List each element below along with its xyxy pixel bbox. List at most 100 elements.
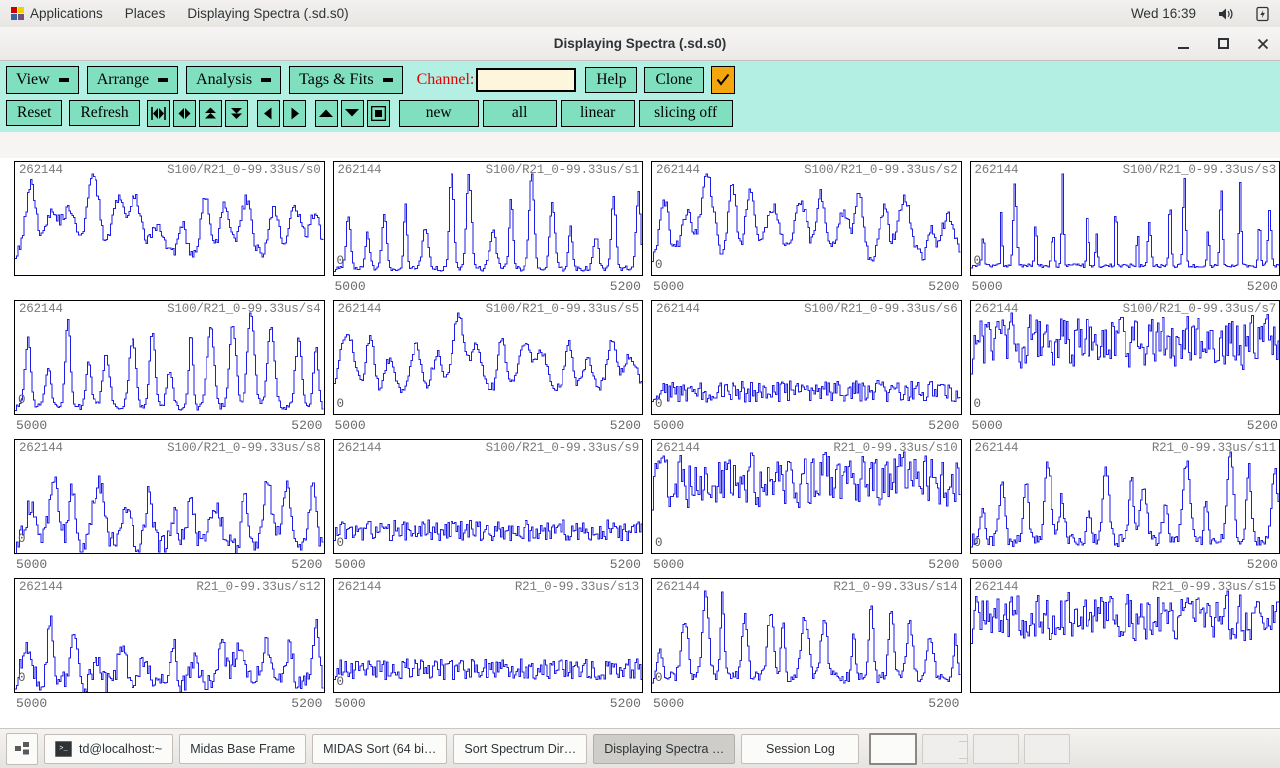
taskbar-item-4[interactable]: Displaying Spectra … [593,734,735,764]
spectrum-plot-frame[interactable]: 262144S100/R21_0-99.33us/s10 [333,161,644,276]
axis-min-label: 5000 [651,418,686,433]
clone-button[interactable]: Clone [644,67,703,93]
spectrum-panel[interactable]: 262144R21_0-99.33us/s130 50005200 [333,575,644,714]
spectrum-panel[interactable]: 262144S100/R21_0-99.33us/s60 5000 5200 [651,297,962,436]
taskbar-item-2[interactable]: MIDAS Sort (64 bi… [312,734,447,764]
spectrum-trace [15,301,324,414]
spectrum-x-axis: 50005200 [970,418,1280,433]
spectrum-plot-frame[interactable]: 262144R21_0-99.33us/s120 [14,578,325,693]
spectrum-panel[interactable]: 262144S100/R21_0-99.33us/s70 50005200 [970,297,1280,436]
spectrum-plot-frame[interactable]: 262144S100/R21_0-99.33us/s90 [333,439,644,554]
single-pad-icon[interactable] [367,100,390,127]
spectrum-panel[interactable]: 262144S100/R21_0-99.33us/s4050005200 [14,297,325,436]
spectrum-panel[interactable]: 262144S100/R21_0-99.33us/s20 50005200 [651,158,962,297]
refresh-button[interactable]: Refresh [69,100,139,126]
expand-horizontal-icon[interactable] [173,100,196,127]
terminal-icon: >_ [55,741,72,757]
spectrum-plot-frame[interactable]: 262144R21_0-99.33us/s140 [651,578,962,693]
clock-label: Wed 16:39 [1131,6,1196,21]
primary-toolbar: View Arrange Analysis Tags & Fits Channe… [0,61,1280,97]
volume-icon[interactable] [1207,0,1245,27]
spectrum-plot-frame[interactable]: 262144S100/R21_0-99.33us/s40 [14,300,325,415]
spectrum-plot-frame[interactable]: 262144S100/R21_0-99.33us/s50 [333,300,644,415]
spectrum-plot-frame[interactable]: 262144S100/R21_0-99.33us/s0050005200 [14,161,325,276]
mode-slicing-button[interactable]: slicing off [639,100,733,127]
help-button-label: Help [596,71,626,89]
spectrum-trace [971,162,1280,275]
spectrum-x-axis: 50005200 [333,418,644,433]
spectrum-panel[interactable]: 262144R21_0-99.33us/s10050005200 [651,436,962,575]
spectrum-trace [971,579,1280,692]
scroll-up-icon[interactable] [315,100,338,127]
workspace-3[interactable] [973,734,1019,764]
taskbar-item-label: Sort Spectrum Dir… [464,742,576,756]
spectrum-x-axis: 50005200 [333,696,644,711]
spectrum-plot-frame[interactable]: 262144R21_0-99.33us/s100 [651,439,962,554]
page-up-icon[interactable] [199,100,222,127]
active-window-menu[interactable]: Displaying Spectra (.sd.s0) [176,0,359,27]
spectrum-plot-frame[interactable]: 262144R21_0-99.33us/s15050005200 [970,578,1280,693]
next-icon[interactable] [283,100,306,127]
window-minimize-button[interactable] [1174,35,1192,53]
arrange-menu-button[interactable]: Arrange [87,66,178,94]
scroll-down-icon[interactable] [341,100,364,127]
mode-all-button[interactable]: all [483,100,557,127]
spectrum-trace [15,579,324,692]
axis-max-label: 5200 [1245,557,1280,572]
spectrum-panel[interactable]: 262144S100/R21_0-99.33us/s80 50005200 [14,436,325,575]
spectrum-plot-frame[interactable]: 262144S100/R21_0-99.33us/s30 [970,161,1280,276]
first-spectrum-icon[interactable] [147,100,170,127]
spectrum-panel[interactable]: 262144S100/R21_0-99.33us/s0050005200 [14,158,325,297]
workspace-1[interactable] [869,733,917,765]
places-menu[interactable]: Places [114,0,177,27]
show-desktop-icon[interactable] [6,733,38,765]
tags-fits-menu-button[interactable]: Tags & Fits [289,66,402,94]
mode-linear-button[interactable]: linear [561,100,635,127]
spectra-row: 262144S100/R21_0-99.33us/s40500052002621… [0,297,1280,436]
arrange-menu-label: Arrange [97,71,149,89]
page-down-icon[interactable] [225,100,248,127]
spectrum-panel[interactable]: 262144S100/R21_0-99.33us/s1050005200 [333,158,644,297]
channel-input[interactable] [476,68,576,92]
analysis-menu-button[interactable]: Analysis [186,66,281,94]
workspace-4[interactable] [1024,734,1070,764]
spectrum-plot-frame[interactable]: 262144S100/R21_0-99.33us/s60 [651,300,962,415]
applications-menu[interactable]: Applications [0,0,114,27]
spectrum-panel[interactable]: 262144S100/R21_0-99.33us/s3050005200 [970,158,1280,297]
spectrum-plot-frame[interactable]: 262144R21_0-99.33us/s130 [333,578,644,693]
spectrum-plot-frame[interactable]: 262144S100/R21_0-99.33us/s80 [14,439,325,554]
spectrum-panel[interactable]: 262144R21_0-99.33us/s12050005200 [14,575,325,714]
window-close-button[interactable] [1254,35,1272,53]
reset-button[interactable]: Reset [6,100,62,126]
check-toggle-button[interactable] [711,66,735,94]
previous-icon[interactable] [257,100,280,127]
battery-icon[interactable] [1245,0,1280,27]
axis-max-label: 5200 [926,279,961,294]
spectrum-panel[interactable]: 262144R21_0-99.33us/s15050005200 [970,575,1280,714]
places-menu-label: Places [125,6,166,21]
window-maximize-button[interactable] [1214,35,1232,53]
spectra-row: 262144S100/R21_0-99.33us/s00500052002621… [0,158,1280,297]
mode-new-button[interactable]: new [399,100,479,127]
taskbar-item-3[interactable]: Sort Spectrum Dir… [453,734,587,764]
spectrum-panel[interactable]: 262144S100/R21_0-99.33us/s9050005200 [333,436,644,575]
axis-max-label: 5200 [926,418,961,433]
axis-min-label: 5000 [970,418,1005,433]
view-menu-button[interactable]: View [6,66,79,94]
spectrum-panel[interactable]: 262144R21_0-99.33us/s14050005200 [651,575,962,714]
spectrum-x-axis: 50005200 [14,557,325,572]
spectrum-plot-frame[interactable]: 262144S100/R21_0-99.33us/s70 [970,300,1280,415]
window-title: Displaying Spectra (.sd.s0) [554,36,727,51]
workspace-2[interactable] [922,734,968,764]
taskbar-item-5[interactable]: Session Log [741,734,859,764]
spectrum-x-axis: 50005200 [651,279,962,294]
spectrum-plot-frame[interactable]: 262144R21_0-99.33us/s110 [970,439,1280,554]
taskbar-item-0[interactable]: >_td@localhost:~ [44,734,173,764]
help-button[interactable]: Help [585,67,637,93]
clock[interactable]: Wed 16:39 [1120,0,1207,27]
spectrum-plot-frame[interactable]: 262144S100/R21_0-99.33us/s20 [651,161,962,276]
taskbar-item-1[interactable]: Midas Base Frame [179,734,306,764]
spectrum-panel[interactable]: 262144R21_0-99.33us/s11050005200 [970,436,1280,575]
spectrum-panel[interactable]: 262144S100/R21_0-99.33us/s50 50005200 [333,297,644,436]
workspace-switcher[interactable] [869,733,1070,765]
